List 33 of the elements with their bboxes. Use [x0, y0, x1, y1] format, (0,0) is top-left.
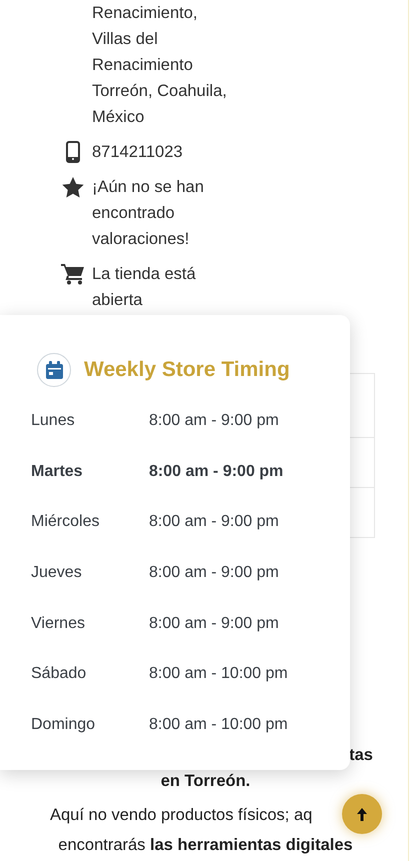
address-line: Renacimiento,: [92, 3, 198, 24]
address-line: Renacimiento: [92, 55, 193, 76]
opening-hours: 8:00 am - 9:00 pm: [149, 614, 279, 634]
opening-hours: 8:00 am - 9:00 pm: [149, 411, 279, 431]
heading-text: en Torreón.: [160, 771, 250, 792]
address-line: Villas del: [92, 29, 158, 50]
paragraph-text: Aquí no vendo productos físicos; aq: [50, 805, 312, 826]
day-name: Viernes: [31, 614, 85, 632]
opening-hours: 8:00 am - 10:00 pm: [149, 664, 288, 684]
opening-hours: 8:00 am - 9:00 pm: [149, 512, 279, 532]
phone-icon: [66, 141, 80, 163]
calendar-icon: [37, 353, 71, 387]
store-status: La tienda está abierta: [92, 264, 197, 311]
opening-hours: 8:00 am - 9:00 pm: [149, 563, 279, 584]
day-name: Martes: [31, 462, 83, 480]
day-name: Sábado: [31, 665, 86, 682]
address-line: México: [92, 107, 144, 128]
heading-text: tas: [348, 745, 374, 766]
cart-icon: [61, 263, 85, 285]
rating-text: ¡Aún no se han encontrado valoraciones!: [92, 177, 205, 250]
opening-hours: 8:00 am - 9:00 pm: [149, 462, 284, 482]
arrow-up-icon: [357, 808, 367, 820]
popup-title: Weekly Store Timing: [84, 357, 290, 384]
day-name: Miércoles: [31, 513, 100, 530]
star-icon: [62, 176, 84, 198]
day-name: Jueves: [31, 564, 82, 582]
day-name: Lunes: [31, 412, 75, 429]
address-line: Torreón, Coahuila,: [92, 81, 227, 102]
phone-number: 8714211023: [92, 142, 184, 163]
scroll-to-top-button[interactable]: [342, 794, 382, 834]
day-name: Domingo: [31, 716, 96, 734]
opening-hours: 8:00 am - 10:00 pm: [149, 715, 288, 736]
paragraph-text: encontrarás las herramientas digitales: [58, 835, 353, 856]
